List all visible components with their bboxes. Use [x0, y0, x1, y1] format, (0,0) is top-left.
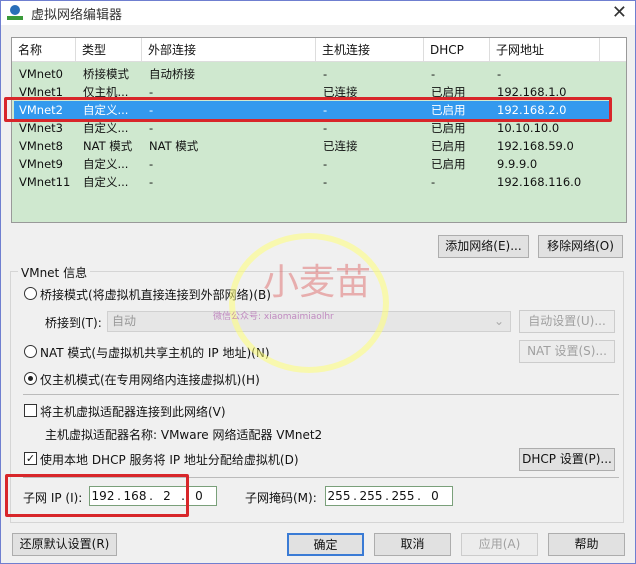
mask-octet[interactable]: 255: [390, 489, 416, 503]
cancel-button[interactable]: 取消: [374, 533, 451, 556]
bridge-to-label: 桥接到(T):: [45, 316, 102, 330]
mask-octet[interactable]: 255: [326, 489, 352, 503]
table-row[interactable]: VMnet11 自定义... - - - 192.168.116.0: [12, 173, 608, 191]
ip-octet[interactable]: 0: [186, 489, 212, 503]
connect-adapter-checkbox[interactable]: [24, 404, 37, 417]
table-cell: 自定义...: [83, 175, 129, 189]
table-cell: 桥接模式: [83, 67, 129, 81]
col-dhcp[interactable]: DHCP: [424, 38, 490, 62]
bridge-to-select[interactable]: 自动 ⌄: [107, 311, 511, 332]
table-row[interactable]: VMnet0 桥接模式 自动桥接 - - -: [12, 65, 608, 83]
subnet-mask-label: 子网掩码(M):: [245, 491, 317, 505]
highlight-vmnet2: [4, 97, 612, 122]
table-row[interactable]: VMnet8 NAT 模式 NAT 模式 已连接 已启用 192.168.59.0: [12, 137, 608, 155]
mask-octet[interactable]: 255: [358, 489, 384, 503]
table-cell: 自定义...: [83, 157, 129, 171]
col-name[interactable]: 名称: [12, 38, 76, 62]
use-dhcp-checkbox[interactable]: ✓: [24, 452, 37, 465]
table-header: 名称 类型 外部连接 主机连接 DHCP 子网地址: [12, 38, 626, 62]
network-icon: [7, 5, 23, 21]
nat-radio[interactable]: [24, 345, 37, 358]
vmnet-info-label: VMnet 信息: [18, 264, 91, 281]
table-cell: 已连接: [323, 139, 358, 153]
table-cell: -: [323, 175, 328, 189]
table-cell: -: [497, 67, 502, 81]
auto-settings-button[interactable]: 自动设置(U)...: [519, 310, 615, 333]
virtual-network-editor-window: 虚拟网络编辑器 ✕ 名称 类型 外部连接 主机连接 DHCP 子网地址 VMne…: [0, 0, 636, 564]
title-bar: 虚拟网络编辑器 ✕: [1, 1, 635, 25]
highlight-subnet-ip: [5, 474, 189, 517]
host-only-radio-label[interactable]: 仅主机模式(在专用网络内连接虚拟机)(H): [40, 371, 260, 388]
subnet-mask-input[interactable]: 255. 255. 255. 0: [325, 486, 453, 506]
table-cell: NAT 模式: [83, 139, 133, 153]
bridge-to-value: 自动: [112, 314, 137, 328]
table-cell: -: [323, 67, 328, 81]
nat-radio-label[interactable]: NAT 模式(与虚拟机共享主机的 IP 地址)(N): [40, 344, 270, 361]
network-table: 名称 类型 外部连接 主机连接 DHCP 子网地址 VMnet0 桥接模式 自动桥接…: [11, 37, 627, 223]
divider: [23, 394, 619, 395]
table-cell: 已启用: [431, 139, 466, 153]
table-cell: 9.9.9.0: [497, 157, 538, 171]
connect-adapter-label[interactable]: 将主机虚拟适配器连接到此网络(V): [40, 403, 226, 420]
apply-button[interactable]: 应用(A): [461, 533, 538, 556]
nat-settings-button[interactable]: NAT 设置(S)...: [519, 340, 615, 363]
col-type[interactable]: 类型: [76, 38, 142, 62]
table-cell: 192.168.116.0: [497, 175, 582, 189]
add-network-button[interactable]: 添加网络(E)...: [438, 235, 529, 258]
table-row[interactable]: VMnet9 自定义... - - 已启用 9.9.9.0: [12, 155, 608, 173]
chevron-down-icon: ⌄: [493, 314, 504, 328]
bridge-radio-label[interactable]: 桥接模式(将虚拟机直接连接到外部网络)(B): [40, 286, 271, 303]
table-cell: 自动桥接: [149, 67, 195, 81]
remove-network-button[interactable]: 移除网络(O): [538, 235, 623, 258]
table-cell: -: [323, 157, 328, 171]
table-cell: -: [431, 175, 436, 189]
table-cell: -: [431, 67, 436, 81]
table-cell: VMnet8: [19, 139, 63, 153]
window-title: 虚拟网络编辑器: [31, 7, 123, 23]
table-cell: -: [149, 157, 154, 171]
ok-button[interactable]: 确定: [287, 533, 364, 556]
bridge-radio[interactable]: [24, 287, 37, 300]
table-cell: VMnet11: [19, 175, 71, 189]
table-cell: 192.168.59.0: [497, 139, 574, 153]
close-icon[interactable]: ✕: [612, 2, 627, 23]
host-only-radio[interactable]: [24, 372, 37, 385]
table-cell: 已启用: [431, 157, 466, 171]
table-cell: NAT 模式: [149, 139, 199, 153]
restore-defaults-button[interactable]: 还原默认设置(R): [12, 533, 117, 556]
mask-octet[interactable]: 0: [422, 489, 448, 503]
table-cell: -: [149, 175, 154, 189]
col-host[interactable]: 主机连接: [316, 38, 424, 62]
dhcp-settings-button[interactable]: DHCP 设置(P)...: [519, 448, 615, 471]
col-external[interactable]: 外部连接: [142, 38, 316, 62]
adapter-name: 主机虚拟适配器名称: VMware 网络适配器 VMnet2: [45, 428, 323, 442]
use-dhcp-label[interactable]: 使用本地 DHCP 服务将 IP 地址分配给虚拟机(D): [40, 451, 299, 468]
table-cell: VMnet9: [19, 157, 63, 171]
table-cell: VMnet0: [19, 67, 63, 81]
col-subnet[interactable]: 子网地址: [490, 38, 600, 62]
help-button[interactable]: 帮助: [548, 533, 625, 556]
